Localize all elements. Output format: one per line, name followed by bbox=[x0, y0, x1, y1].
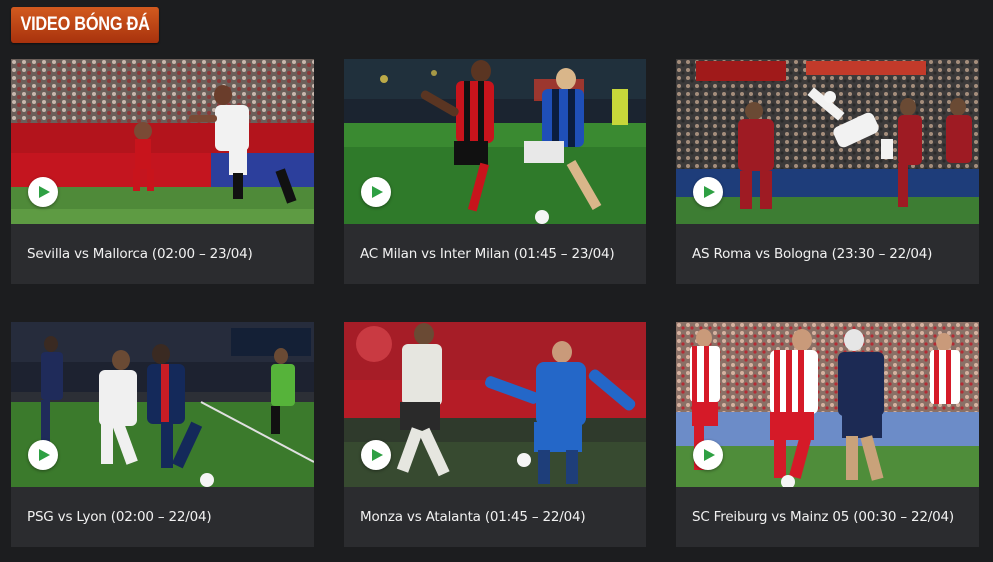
play-button[interactable] bbox=[693, 440, 723, 470]
video-title[interactable]: SC Freiburg vs Mainz 05 (00:30 – 22/04) bbox=[676, 487, 979, 547]
match-photo bbox=[676, 59, 979, 224]
video-thumbnail[interactable] bbox=[344, 322, 646, 487]
play-button[interactable] bbox=[28, 177, 58, 207]
video-grid: Sevilla vs Mallorca (02:00 – 23/04) AC M… bbox=[11, 59, 979, 547]
play-icon bbox=[704, 186, 715, 198]
play-button[interactable] bbox=[28, 440, 58, 470]
play-button[interactable] bbox=[361, 177, 391, 207]
page: VIDEO BÓNG ĐÁ Sevilla vs Mallorca (02:00… bbox=[0, 0, 993, 562]
match-photo bbox=[344, 59, 646, 224]
video-card[interactable]: Sevilla vs Mallorca (02:00 – 23/04) bbox=[11, 59, 314, 284]
play-button[interactable] bbox=[361, 440, 391, 470]
match-photo bbox=[344, 322, 646, 487]
video-thumbnail[interactable] bbox=[344, 59, 646, 224]
video-title[interactable]: Sevilla vs Mallorca (02:00 – 23/04) bbox=[11, 224, 314, 284]
video-title[interactable]: PSG vs Lyon (02:00 – 22/04) bbox=[11, 487, 314, 547]
video-title[interactable]: AC Milan vs Inter Milan (01:45 – 23/04) bbox=[344, 224, 646, 284]
play-icon bbox=[39, 186, 50, 198]
video-thumbnail[interactable] bbox=[676, 59, 979, 224]
play-button[interactable] bbox=[693, 177, 723, 207]
match-photo bbox=[11, 59, 314, 224]
video-card[interactable]: Monza vs Atalanta (01:45 – 22/04) bbox=[344, 322, 646, 547]
video-card[interactable]: PSG vs Lyon (02:00 – 22/04) bbox=[11, 322, 314, 547]
match-photo bbox=[11, 322, 314, 487]
video-title[interactable]: AS Roma vs Bologna (23:30 – 22/04) bbox=[676, 224, 979, 284]
video-card[interactable]: AS Roma vs Bologna (23:30 – 22/04) bbox=[676, 59, 979, 284]
match-photo bbox=[676, 322, 979, 487]
play-icon bbox=[39, 449, 50, 461]
video-thumbnail[interactable] bbox=[11, 322, 314, 487]
video-card[interactable]: AC Milan vs Inter Milan (01:45 – 23/04) bbox=[344, 59, 646, 284]
play-icon bbox=[372, 186, 383, 198]
play-icon bbox=[704, 449, 715, 461]
video-thumbnail[interactable] bbox=[11, 59, 314, 224]
video-thumbnail[interactable] bbox=[676, 322, 979, 487]
play-icon bbox=[372, 449, 383, 461]
video-card[interactable]: SC Freiburg vs Mainz 05 (00:30 – 22/04) bbox=[676, 322, 979, 547]
section-title: VIDEO BÓNG ĐÁ bbox=[11, 7, 160, 43]
video-title[interactable]: Monza vs Atalanta (01:45 – 22/04) bbox=[344, 487, 646, 547]
